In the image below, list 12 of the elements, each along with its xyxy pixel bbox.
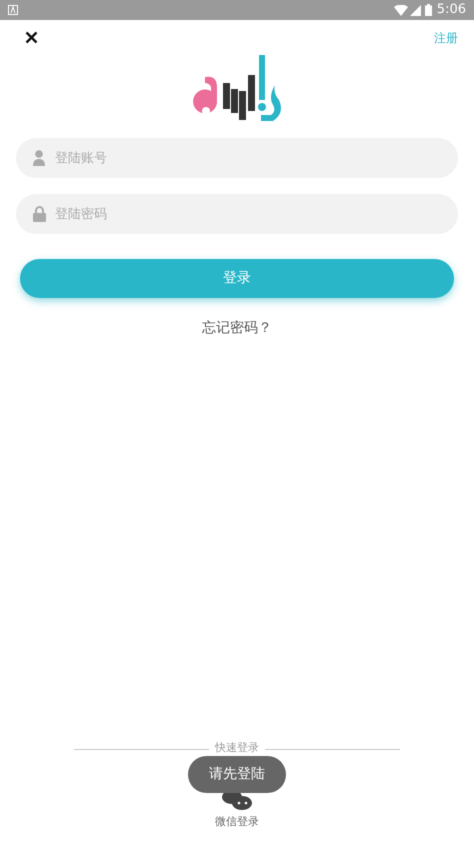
status-time: 5:06 <box>436 1 466 20</box>
notification-icon <box>8 5 18 15</box>
close-icon[interactable] <box>25 31 38 44</box>
password-field[interactable]: 登陆密码 <box>16 194 458 234</box>
lock-icon <box>33 206 46 222</box>
account-field[interactable]: 登陆账号 <box>16 138 458 178</box>
signal-icon <box>410 4 421 16</box>
toast: 请先登陆 <box>188 756 286 793</box>
wifi-icon <box>394 4 408 16</box>
battery-icon <box>424 4 432 16</box>
forgot-password-link[interactable]: 忘记密码？ <box>202 318 272 339</box>
user-icon <box>33 150 45 166</box>
